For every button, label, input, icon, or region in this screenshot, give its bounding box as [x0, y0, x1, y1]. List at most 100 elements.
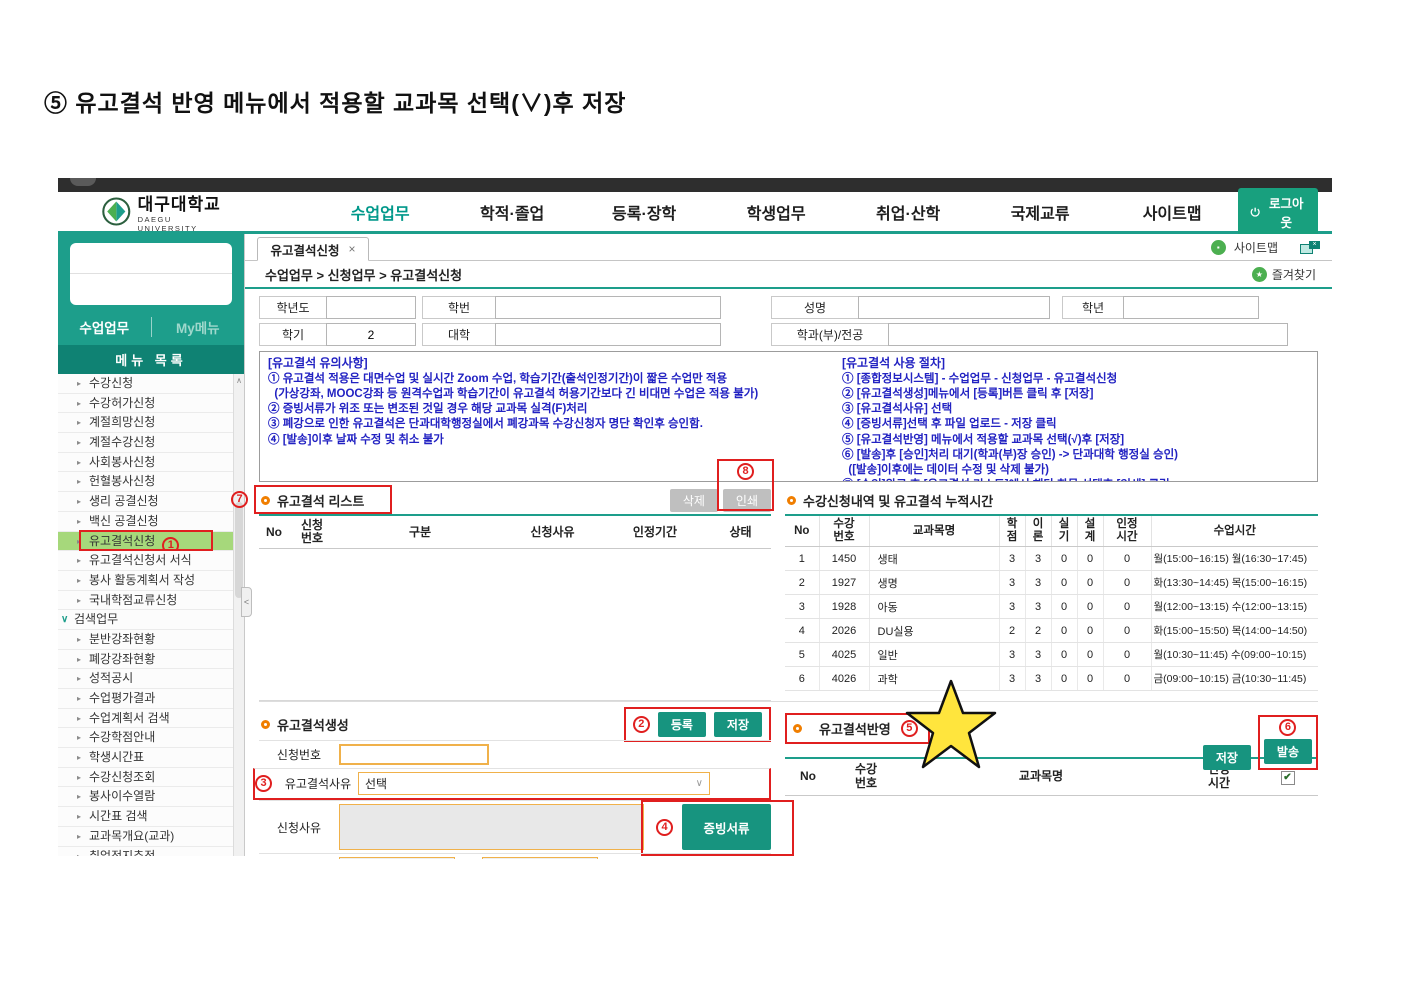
save-button[interactable]: 저장	[713, 711, 762, 737]
table-row: 4 2026 DU실용 2 2 0 0 0 화(15:00~15:50) 목(14:00~14:…	[785, 618, 1318, 644]
cell-no: 2	[785, 570, 819, 596]
arrow-icon: ▸	[77, 595, 82, 605]
column-header: 학 점	[998, 515, 1025, 548]
evidence-documents-button[interactable]: 증빙서류	[682, 804, 771, 851]
sidebar-item[interactable]: ▸ 학생시간표	[58, 748, 233, 768]
sidebar-tab-classwork[interactable]: 수업업무	[58, 317, 151, 337]
nav-item-student-affairs[interactable]: 학생업무	[710, 200, 842, 224]
major-label: 학과(부)/전공	[771, 323, 889, 346]
cell-no: 4	[785, 618, 819, 644]
apply-reason-textarea[interactable]	[339, 804, 645, 851]
cell-no: 5	[785, 642, 819, 668]
column-header: 수강 번호	[818, 515, 869, 548]
sidebar-item[interactable]: ▸ 유고결석신청서 서식	[58, 551, 233, 571]
sidebar-item[interactable]: ▸ 계절희망신청	[58, 413, 233, 434]
year-field[interactable]	[326, 296, 416, 319]
empty-list-body	[259, 548, 771, 702]
sidebar-tab-mymenu[interactable]: My메뉴	[150, 317, 245, 337]
sidebar-item-label: 교과목개요(교과)	[89, 828, 175, 843]
nav-item-international[interactable]: 국제교류	[974, 200, 1106, 224]
sidebar-item[interactable]: ▸ 수강신청	[58, 374, 233, 394]
cell-design: 0	[1076, 546, 1103, 572]
sidebar-item[interactable]: ▸ 생리 공결신청	[58, 492, 233, 512]
sidebar-item-label: 유고결석신청서 서식	[89, 553, 192, 568]
major-field[interactable]	[888, 323, 1288, 346]
sidebar-item-label: 수업평가결과	[89, 691, 156, 705]
sidebar-item[interactable]: ▸ 수강학점안내	[58, 728, 233, 749]
cell-no: 1	[785, 546, 819, 572]
cell-theory: 3	[1024, 666, 1051, 692]
sidebar-item[interactable]: ▸ 헌혈봉사신청	[58, 472, 233, 493]
sidebar-item[interactable]: ▸ 봉사 활동계획서 작성	[58, 570, 233, 591]
breadcrumb: 수업업무 > 신청업무 > 유고결석신청	[265, 267, 463, 283]
sidebar-item[interactable]: ▸ 사회봉사신청	[58, 452, 233, 473]
sidebar-item-absence-application[interactable]: ▸ 유고결석신청 1	[58, 529, 233, 554]
callout-4: 4	[656, 818, 674, 836]
send-button[interactable]: 발송	[1263, 739, 1312, 765]
logout-button[interactable]: 로그아웃	[1238, 187, 1318, 236]
semester-field[interactable]	[326, 323, 416, 346]
nav-item-career-industry[interactable]: 취업·산학	[842, 200, 974, 224]
notice-line: ⑦ [승인]완료 후 [유고결석 리스트]에서 해당 항목 선택후 [인쇄] 클…	[842, 478, 1309, 481]
callout-3: 3	[255, 775, 272, 793]
delete-button[interactable]: 삭제	[669, 489, 718, 512]
notice-title: [유고결석 사용 절차]	[842, 356, 945, 370]
apply-no-field[interactable]	[339, 744, 489, 766]
nav-item-classwork[interactable]: 수업업무	[314, 200, 446, 224]
arrow-icon: ▸	[77, 733, 82, 743]
grade-field[interactable]	[1123, 296, 1259, 319]
window-close-rect: ×	[1309, 241, 1320, 249]
sidebar-collapse-handle[interactable]: <	[241, 587, 252, 617]
sidebar-item[interactable]: ▸ 성적공시	[58, 669, 233, 689]
sidebar-item[interactable]: ▸ 백신 공결신청	[58, 511, 233, 532]
sitemap-link[interactable]: 사이트맵	[1234, 239, 1278, 256]
nav-item-sitemap[interactable]: 사이트맵	[1106, 200, 1238, 224]
sidebar-item[interactable]: ▸ 국내학점교류신청	[58, 590, 233, 611]
breadcrumb-row: 수업업무 > 신청업무 > 유고결석신청 ★ 즐겨찾기	[245, 261, 1332, 289]
period-end-field[interactable]: ▦	[482, 857, 599, 859]
favorite-link[interactable]: 즐겨찾기	[1272, 266, 1316, 283]
column-header: No	[259, 515, 289, 550]
cell-recognized-hours: 0	[1102, 618, 1151, 644]
register-button[interactable]: 등록	[657, 711, 706, 737]
sidebar-item[interactable]: ▸ 봉사이수열람	[58, 787, 233, 808]
window-top-bar	[58, 178, 1332, 192]
scroll-up-icon[interactable]: ∧	[234, 374, 244, 388]
period-start-field[interactable]: ▦	[339, 857, 455, 859]
student-id-field[interactable]	[495, 296, 721, 319]
window-popout-icon[interactable]: ×	[1300, 241, 1320, 254]
sidebar-item-label: 헌혈봉사신청	[89, 474, 156, 489]
nav-item-records-graduation[interactable]: 학적·졸업	[446, 200, 578, 224]
scrollbar-thumb[interactable]	[235, 502, 243, 598]
cell-course-name: 일반	[868, 642, 999, 668]
sidebar-item[interactable]: ▸ 수강신청조회	[58, 767, 233, 788]
sidebar-item[interactable]: ▸ 취업정지추적	[58, 846, 233, 856]
arrow-icon: ▸	[77, 575, 82, 585]
cell-theory: 3	[1024, 594, 1051, 620]
tab-close-icon[interactable]: ×	[349, 242, 356, 256]
name-field[interactable]	[858, 296, 1050, 319]
sidebar-item[interactable]: ▸ 교과목개요(교과)	[58, 826, 233, 847]
sidebar-item[interactable]: ▸ 수업계획서 검색	[58, 708, 233, 729]
table-row: 3 1928 아동 3 3 0 0 0 월(12:00~13:15) 수(12:00~13:15…	[785, 594, 1318, 620]
sidebar-item[interactable]: ▸ 분반강좌현황	[58, 629, 233, 650]
college-field[interactable]	[495, 323, 721, 346]
arrow-icon: ▸	[77, 516, 82, 526]
reason-type-select[interactable]: 선택 ∨	[358, 772, 710, 796]
notice-line: ⑥ [발송]후 [승인]처리 대기(학과(부)장 승인) -> 단과대학 행정실…	[842, 448, 1178, 461]
print-button[interactable]: 인쇄	[722, 489, 771, 512]
notice-line: (가상강좌, MOOC강좌 등 원격수업과 학습기간이 유고결석 허용기간보다 …	[268, 388, 759, 400]
tab-absence-application[interactable]: 유고결석신청 ×	[257, 237, 369, 261]
sidebar-item[interactable]: ▸ 수업평가결과	[58, 689, 233, 709]
cell-recognized-hours: 0	[1102, 666, 1151, 692]
sidebar-section-search[interactable]: ∨ 검색업무	[58, 610, 233, 630]
column-header: 인정 시간	[1102, 515, 1151, 548]
grade-label: 학년	[1062, 296, 1124, 319]
nav-item-registration-scholarship[interactable]: 등록·장학	[578, 200, 710, 224]
sidebar-item[interactable]: ▸ 시간표 검색	[58, 807, 233, 827]
apply-save-button[interactable]: 저장	[1202, 745, 1251, 771]
sidebar-item[interactable]: ▸ 수강허가신청	[58, 393, 233, 414]
sidebar-item[interactable]: ▸ 계절수강신청	[58, 433, 233, 453]
select-all-checkbox[interactable]: ✔	[1280, 770, 1295, 785]
sidebar-item[interactable]: ▸ 폐강강좌현황	[58, 649, 233, 670]
